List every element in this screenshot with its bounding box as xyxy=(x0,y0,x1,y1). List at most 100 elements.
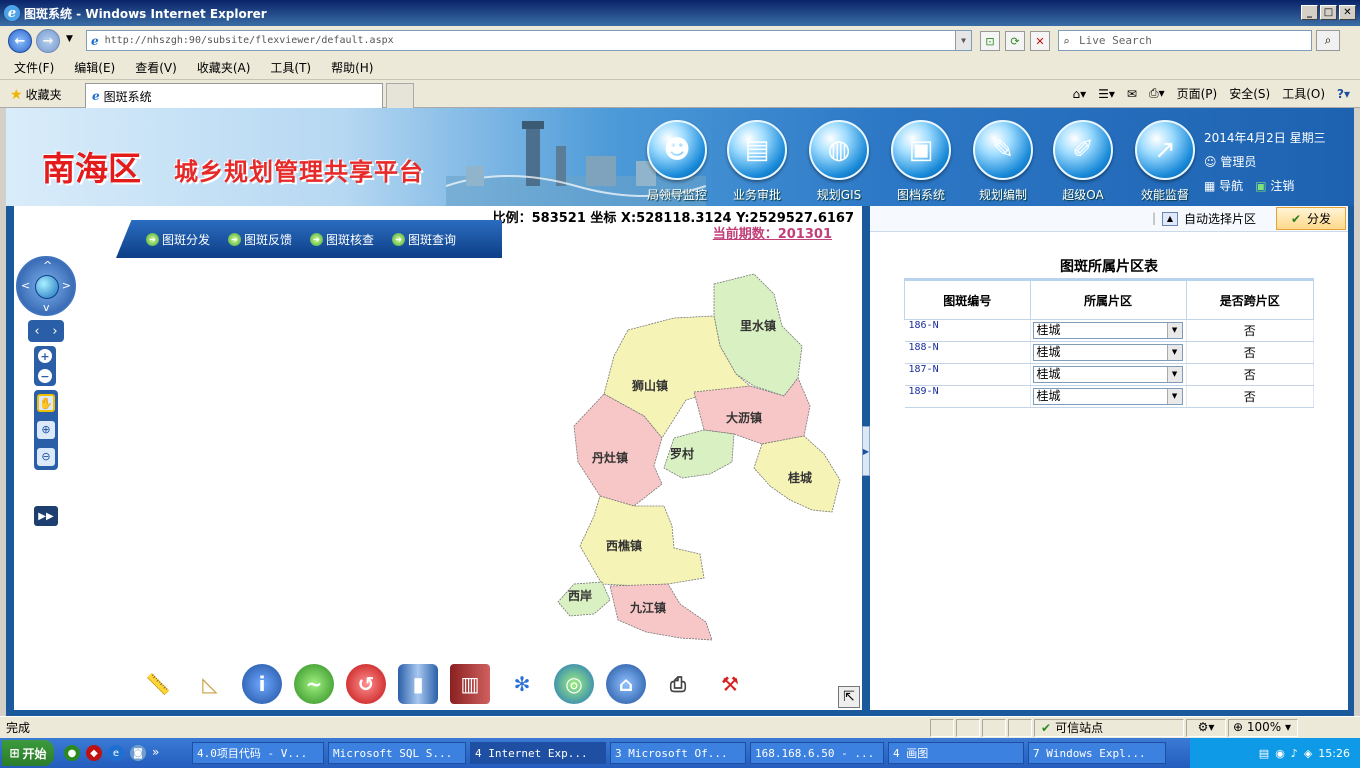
expand-panel-icon[interactable]: ▶▶ xyxy=(34,506,58,526)
menu-file[interactable]: 文件(F) xyxy=(14,59,54,76)
favorites-button[interactable]: ★ 收藏夹 xyxy=(10,86,62,103)
back-button[interactable]: ← xyxy=(8,29,32,53)
district-select[interactable]: 桂城 ▼ xyxy=(1032,322,1183,339)
task-item[interactable]: Microsoft SQL S... xyxy=(328,742,466,764)
layer-cylinder-icon[interactable]: ▮ xyxy=(398,664,438,704)
menu-tools[interactable]: 工具(T) xyxy=(270,59,311,76)
app-icon[interactable]: ● xyxy=(64,745,80,761)
panel-splitter[interactable]: ▶ xyxy=(862,206,870,710)
pan-down-icon[interactable]: v xyxy=(43,301,50,314)
task-item[interactable]: 3 Microsoft Of... xyxy=(610,742,746,764)
tray-icon[interactable]: ◈ xyxy=(1304,747,1312,760)
pan-right-icon[interactable]: > xyxy=(62,279,71,292)
address-dropdown-icon[interactable]: ▼ xyxy=(955,31,971,50)
tray-icon[interactable]: ◉ xyxy=(1275,747,1285,760)
task-item[interactable]: 168.168.6.50 - ... xyxy=(750,742,884,764)
return-icon[interactable]: ↺ xyxy=(346,664,386,704)
tab-active[interactable]: e 图斑系统 xyxy=(85,83,383,108)
zoom-level[interactable]: ⊕ 100% ▾ xyxy=(1228,718,1298,737)
spot-distribute-button[interactable]: ➜ 图斑分发 xyxy=(146,231,210,248)
mail-icon[interactable]: ✉ xyxy=(1127,87,1137,101)
task-item[interactable]: 4.0项目代码 - V... xyxy=(192,742,324,764)
chevron-down-icon[interactable]: ▼ xyxy=(1166,367,1182,382)
nav-super-oa[interactable]: ✐ 超级OA xyxy=(1048,120,1118,203)
chevron-down-icon[interactable]: ▼ xyxy=(1166,345,1182,360)
task-item[interactable]: 7 Windows Expl... xyxy=(1028,742,1166,764)
help-icon[interactable]: ?▾ xyxy=(1337,87,1350,101)
district-map[interactable]: 里水镇狮山镇大沥镇丹灶镇 罗村桂城西樵镇西岸九江镇 xyxy=(14,206,862,710)
task-item[interactable]: 4 画图 xyxy=(888,742,1024,764)
protected-mode-icon[interactable]: ⚙▾ xyxy=(1186,718,1226,737)
ie-icon[interactable]: e xyxy=(108,745,124,761)
menu-help[interactable]: 帮助(H) xyxy=(331,59,373,76)
navigate-link[interactable]: ▦ 导航 xyxy=(1204,174,1243,198)
pan-control[interactable]: ^ v < > xyxy=(16,256,76,316)
current-period-link[interactable]: 当前期数：201301 xyxy=(713,223,832,242)
pan-up-icon[interactable]: ^ xyxy=(43,259,52,272)
nav-archive-system[interactable]: ▣ 图档系统 xyxy=(886,120,956,203)
home-map-icon[interactable]: ⌂ xyxy=(606,664,646,704)
book-icon[interactable]: ▥ xyxy=(450,664,490,704)
zoom-in-icon[interactable]: + xyxy=(38,349,52,363)
auto-select-district-button[interactable]: ▲ 自动选择片区 xyxy=(1162,210,1256,227)
logout-link[interactable]: ▣ 注销 xyxy=(1255,174,1294,198)
menu-view[interactable]: 查看(V) xyxy=(135,59,177,76)
compat-view-icon[interactable]: ⊡ xyxy=(980,31,1000,51)
app-icon[interactable]: ◙ xyxy=(130,745,146,761)
pan-left-icon[interactable]: < xyxy=(21,279,30,292)
tools-menu[interactable]: 工具(O) xyxy=(1282,85,1325,102)
app-icon[interactable]: ◆ xyxy=(86,745,102,761)
chat-icon[interactable]: ~ xyxy=(294,664,334,704)
printer-icon[interactable]: ⎙ xyxy=(658,664,698,704)
district-select[interactable]: 桂城 ▼ xyxy=(1032,388,1183,405)
previous-extent-icon[interactable]: ‹ xyxy=(34,324,39,339)
collapse-corner-icon[interactable]: ⇱ xyxy=(838,686,860,708)
district-select[interactable]: 桂城 ▼ xyxy=(1032,344,1183,361)
home-icon[interactable]: ⌂▾ xyxy=(1073,87,1087,101)
next-extent-icon[interactable]: › xyxy=(52,324,57,339)
extent-history-control[interactable]: ‹ › xyxy=(28,320,64,342)
forward-button[interactable]: → xyxy=(36,29,60,53)
print-icon[interactable]: ⎙▾ xyxy=(1149,86,1165,101)
hand-pan-icon[interactable]: ✋ xyxy=(37,394,55,413)
spot-feedback-button[interactable]: ➜ 图斑反馈 xyxy=(228,231,292,248)
search-button[interactable]: ⌕ xyxy=(1316,30,1340,51)
new-tab-button[interactable] xyxy=(386,83,414,108)
search-input[interactable]: ⌕ Live Search xyxy=(1058,30,1312,51)
info-icon[interactable]: i xyxy=(242,664,282,704)
page-menu[interactable]: 页面(P) xyxy=(1177,85,1218,102)
nav-leader-monitor[interactable]: ☻ 局领导监控 xyxy=(642,120,712,203)
menu-favorites[interactable]: 收藏夹(A) xyxy=(197,59,251,76)
map-panel[interactable]: 里水镇 狮山镇 大沥镇 丹灶镇 罗村 桂城 西樵镇 西岸 九江镇 比例：583521 坐标 X:… xyxy=(14,206,862,710)
security-zone[interactable]: ✔ 可信站点 xyxy=(1034,718,1184,737)
nav-business-approval[interactable]: ▤ 业务审批 xyxy=(722,120,792,203)
distribute-button[interactable]: ✔ 分发 xyxy=(1276,207,1346,230)
task-item[interactable]: 4 Internet Exp... xyxy=(470,742,606,764)
chevron-down-icon[interactable]: ▼ xyxy=(1166,323,1182,338)
zoom-out-box-icon[interactable]: ⊖ xyxy=(37,447,55,466)
start-button[interactable]: ⊞ 开始 xyxy=(2,740,54,766)
nav-efficiency-supervision[interactable]: ↗ 效能监督 xyxy=(1130,120,1200,203)
triangle-ruler-icon[interactable]: ◺ xyxy=(190,664,230,704)
stop-icon[interactable]: ✕ xyxy=(1030,31,1050,51)
menu-edit[interactable]: 编辑(E) xyxy=(74,59,115,76)
full-extent-globe-icon[interactable] xyxy=(35,275,59,299)
spot-verify-button[interactable]: ➜ 图斑核查 xyxy=(310,231,374,248)
safety-menu[interactable]: 安全(S) xyxy=(1229,85,1270,102)
minimize-button[interactable]: _ xyxy=(1301,5,1318,20)
address-input[interactable]: e http://nhszgh:90/subsite/flexviewer/de… xyxy=(86,30,972,51)
tray-icon[interactable]: ▤ xyxy=(1259,747,1269,760)
history-dropdown-icon[interactable]: ▼ xyxy=(66,34,73,44)
earth-icon[interactable]: ◎ xyxy=(554,664,594,704)
splitter-arrow-icon[interactable]: ▶ xyxy=(862,426,870,476)
toolbox-icon[interactable]: ⚒ xyxy=(710,664,750,704)
more-icon[interactable]: » xyxy=(152,745,159,761)
nav-planning-edit[interactable]: ✎ 规划编制 xyxy=(968,120,1038,203)
nav-planning-gis[interactable]: ◍ 规划GIS xyxy=(804,120,874,203)
refresh-icon[interactable]: ⟳ xyxy=(1005,31,1025,51)
district-select[interactable]: 桂城 ▼ xyxy=(1032,366,1183,383)
close-window-button[interactable]: ✕ xyxy=(1339,5,1356,20)
zoom-in-box-icon[interactable]: ⊕ xyxy=(37,420,55,439)
chevron-down-icon[interactable]: ▼ xyxy=(1166,389,1182,404)
ruler-icon[interactable]: 📏 xyxy=(138,664,178,704)
